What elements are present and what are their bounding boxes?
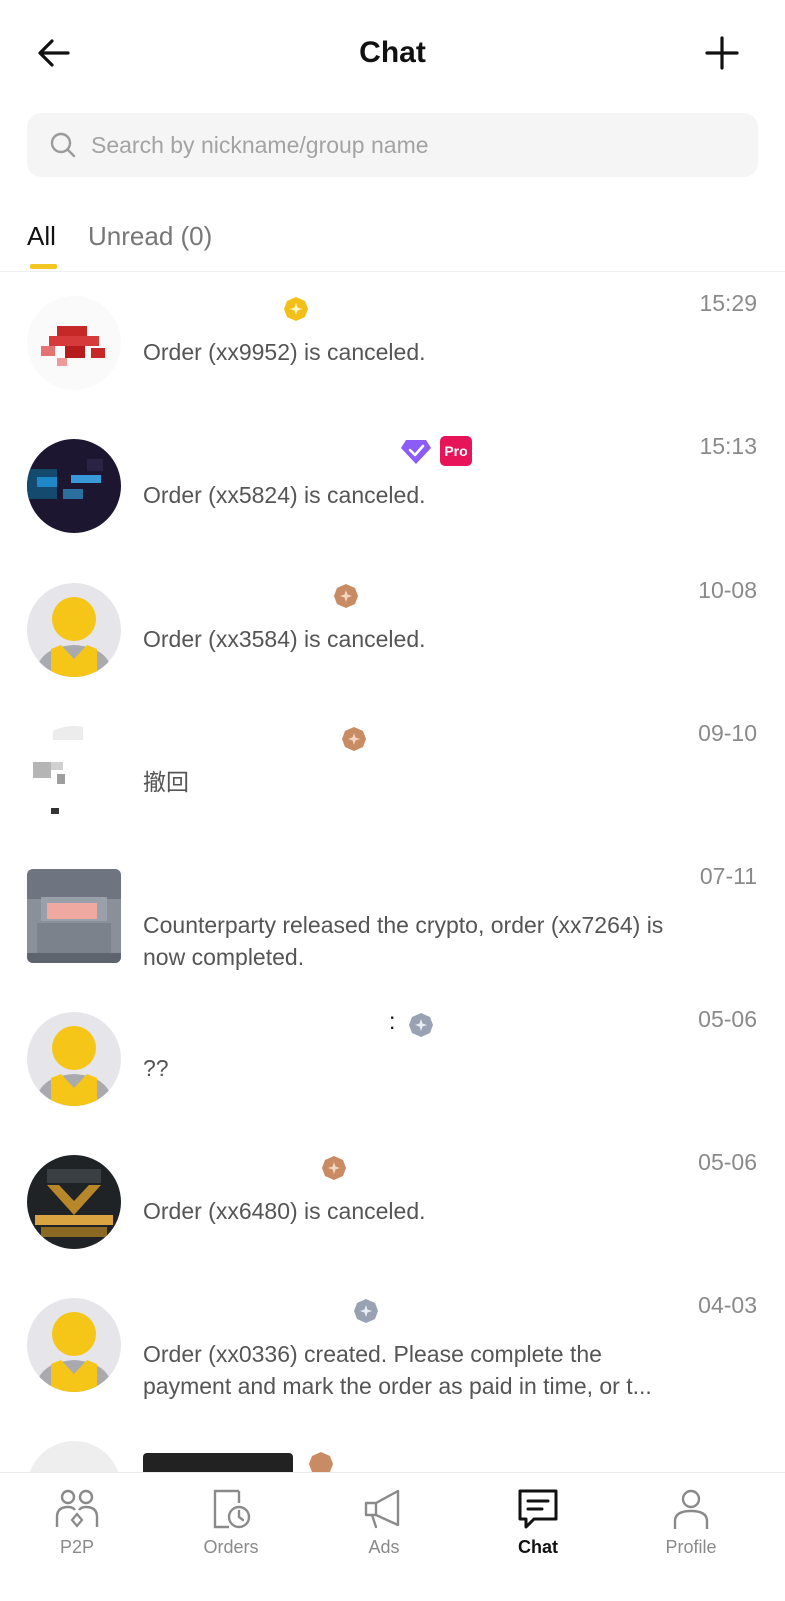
silver-badge-icon (409, 1013, 433, 1037)
megaphone-icon (364, 1489, 400, 1529)
avatar (27, 296, 121, 390)
avatar (27, 1155, 121, 1249)
active-tab-indicator (30, 264, 57, 269)
chat-time: 10-08 (698, 577, 757, 603)
p2p-users-icon (55, 1489, 99, 1528)
chat-row[interactable]: 05-06 Order (xx6480) is canceled. (0, 1131, 785, 1277)
new-chat-button[interactable] (699, 30, 745, 76)
avatar (27, 726, 121, 820)
last-message: Order (xx5824) is canceled. (143, 482, 426, 508)
contact-name (143, 579, 663, 613)
tab-chat[interactable]: Chat (478, 1487, 598, 1577)
bronze-badge-icon (342, 727, 366, 751)
chat-time: 04-03 (698, 1292, 757, 1318)
contact-name: Pro (143, 435, 663, 469)
chat-row[interactable]: Pro 15:13 Order (xx5824) is canceled. (0, 415, 785, 561)
gold-badge-icon (284, 297, 308, 321)
tab-p2p[interactable]: P2P (17, 1487, 137, 1577)
app-header: Chat (0, 0, 785, 105)
contact-name (143, 292, 663, 326)
tab-profile[interactable]: Profile (631, 1487, 751, 1577)
chat-list[interactable]: 15:29 Order (xx9952) is canceled. Pro 15… (0, 272, 785, 1472)
verified-diamond-icon (401, 440, 431, 464)
chat-row[interactable]: 04-03 Order (xx0336) created. Please com… (0, 1274, 785, 1420)
last-message: 撤回 (143, 769, 189, 795)
last-message: Order (xx6480) is canceled. (143, 1198, 426, 1224)
chat-row[interactable]: 07-11 Counterparty released the crypto, … (0, 845, 785, 991)
silver-badge-icon (354, 1299, 378, 1323)
tab-chat-label: Chat (518, 1537, 558, 1557)
last-message: Order (xx9952) is canceled. (143, 339, 426, 365)
last-message: ?? (143, 1055, 169, 1081)
tab-unread[interactable]: Unread (0) (88, 219, 212, 253)
filter-tabs: All Unread (0) (0, 205, 785, 272)
chat-time: 15:29 (699, 290, 757, 316)
search-bar (27, 113, 758, 177)
chat-time: 05-06 (698, 1006, 757, 1032)
chat-row[interactable]: : 05-06 ?? (0, 988, 785, 1134)
chat-row[interactable] (0, 1417, 785, 1472)
orders-clock-icon (213, 1489, 251, 1529)
profile-person-icon (673, 1489, 709, 1529)
tab-ads[interactable]: Ads (324, 1487, 444, 1577)
chat-row[interactable]: 10-08 Order (xx3584) is canceled. (0, 559, 785, 705)
contact-name (143, 1151, 663, 1185)
chat-time: 05-06 (698, 1149, 757, 1175)
contact-name (143, 722, 663, 756)
chat-time: 07-11 (699, 863, 757, 889)
cut-off-name (143, 1453, 293, 1472)
tab-profile-label: Profile (665, 1537, 717, 1557)
tab-p2p-label: P2P (59, 1537, 95, 1557)
avatar (27, 1012, 121, 1106)
avatar (27, 439, 121, 533)
page-title: Chat (359, 36, 426, 69)
avatar (27, 1441, 121, 1472)
chat-bubble-icon (518, 1489, 558, 1529)
avatar (27, 583, 121, 677)
pro-badge-icon: Pro (440, 436, 472, 466)
bronze-badge-icon (334, 584, 358, 608)
chat-row[interactable]: 15:29 Order (xx9952) is canceled. (0, 272, 785, 418)
tab-ads-label: Ads (368, 1537, 400, 1557)
tab-orders[interactable]: Orders (171, 1487, 291, 1577)
last-message: Counterparty released the crypto, order … (143, 912, 664, 970)
last-message: Order (xx0336) created. Please complete … (143, 1341, 652, 1399)
chat-time: 09-10 (698, 720, 757, 746)
avatar (27, 869, 121, 963)
tab-orders-label: Orders (203, 1537, 259, 1557)
bronze-badge-icon (309, 1452, 333, 1472)
contact-name-fragment: : (389, 1008, 396, 1034)
contact-name (143, 1437, 663, 1472)
search-input[interactable] (91, 113, 741, 177)
chat-row[interactable]: 09-10 撤回 (0, 702, 785, 848)
contact-name: : (143, 1008, 663, 1042)
bronze-badge-icon (322, 1156, 346, 1180)
last-message: Order (xx3584) is canceled. (143, 626, 426, 652)
tab-all[interactable]: All (27, 219, 56, 253)
contact-name (143, 1294, 663, 1328)
search-icon (50, 132, 76, 158)
bottom-tab-bar: P2P Orders Ads Chat Profile (0, 1472, 785, 1601)
plus-icon (705, 36, 739, 70)
avatar (27, 1298, 121, 1392)
chat-time: 15:13 (699, 433, 757, 459)
